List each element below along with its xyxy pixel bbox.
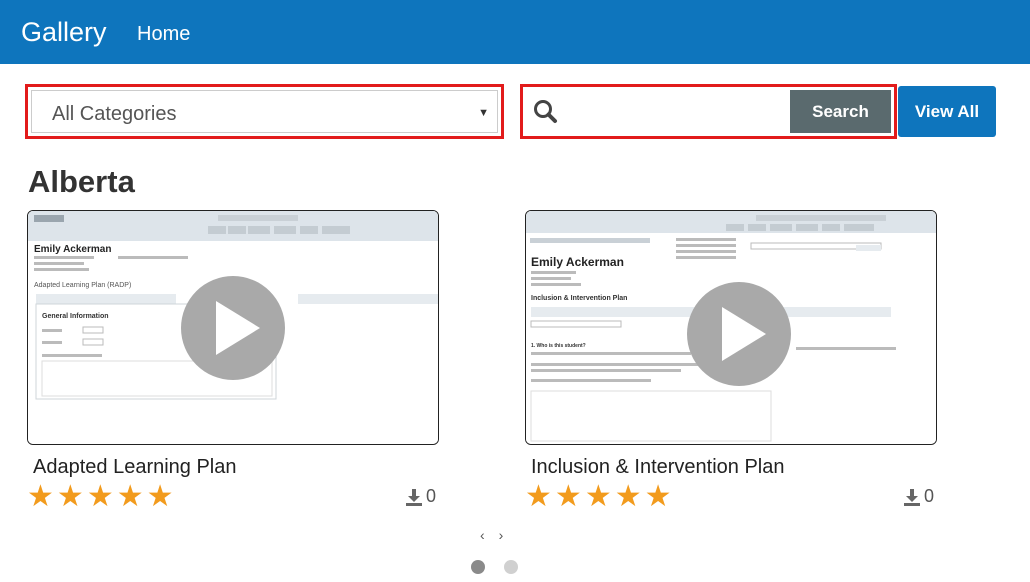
search-icon [526, 90, 566, 133]
section-title: Alberta [28, 164, 135, 199]
top-navbar: Gallery Home [0, 0, 1030, 64]
play-icon[interactable] [687, 282, 791, 386]
thumbnail-screenshot: Emily Ackerman Adapted Learning Plan (RA… [28, 211, 438, 444]
play-icon[interactable] [181, 276, 285, 380]
thumb-student-name: Emily Ackerman [34, 244, 111, 255]
search-button[interactable]: Search [790, 90, 891, 133]
gallery-card: Emily Ackerman Inclusion & Intervention … [525, 210, 939, 512]
star-icon[interactable]: ★ [27, 482, 54, 512]
star-icon[interactable]: ★ [555, 482, 582, 512]
download-icon [904, 488, 920, 506]
star-icon[interactable]: ★ [615, 482, 642, 512]
search-highlight: Search [520, 84, 897, 139]
card-title[interactable]: Adapted Learning Plan [33, 456, 237, 479]
download-icon [406, 488, 422, 506]
thumb-student-name: Emily Ackerman [531, 255, 624, 269]
card-title[interactable]: Inclusion & Intervention Plan [531, 456, 785, 479]
download-count-value: 0 [924, 486, 935, 506]
previous-arrow-icon[interactable]: ‹ [480, 527, 485, 543]
thumb-panel-heading: 1. Who is this student? [531, 343, 586, 349]
star-rating[interactable]: ★ ★ ★ ★ ★ [27, 482, 174, 512]
star-icon[interactable]: ★ [645, 482, 672, 512]
thumb-plan-title: Inclusion & Intervention Plan [531, 295, 627, 302]
search-input[interactable] [567, 90, 792, 133]
category-select-value: All Categories [52, 103, 177, 125]
next-arrow-icon[interactable]: › [499, 527, 504, 543]
carousel-dot-1[interactable] [471, 560, 485, 574]
star-icon[interactable]: ★ [87, 482, 114, 512]
thumb-panel-heading: General Information [42, 313, 109, 320]
video-thumbnail[interactable]: Emily Ackerman Inclusion & Intervention … [525, 210, 937, 445]
star-icon[interactable]: ★ [525, 482, 552, 512]
download-count[interactable]: 0 [405, 486, 436, 507]
caret-down-icon: ▼ [478, 107, 489, 119]
star-rating[interactable]: ★ ★ ★ ★ ★ [525, 482, 672, 512]
star-icon[interactable]: ★ [147, 482, 174, 512]
nav-home-link[interactable]: Home [137, 23, 190, 46]
thumb-plan-title: Adapted Learning Plan (RADP) [34, 282, 131, 289]
category-select-highlight: All Categories ▼ [25, 84, 504, 139]
star-icon[interactable]: ★ [585, 482, 612, 512]
carousel-dots [471, 560, 518, 574]
carousel-dot-2[interactable] [504, 560, 518, 574]
thumbnail-screenshot: Emily Ackerman Inclusion & Intervention … [526, 211, 936, 444]
brand-gallery-link[interactable]: Gallery [21, 17, 107, 48]
download-count-value: 0 [426, 486, 437, 506]
carousel-arrows: ‹ › [480, 527, 503, 543]
view-all-button[interactable]: View All [898, 86, 996, 137]
star-icon[interactable]: ★ [57, 482, 84, 512]
star-icon[interactable]: ★ [117, 482, 144, 512]
download-count[interactable]: 0 [903, 486, 934, 507]
gallery-card: Emily Ackerman Adapted Learning Plan (RA… [27, 210, 441, 512]
video-thumbnail[interactable]: Emily Ackerman Adapted Learning Plan (RA… [27, 210, 439, 445]
category-select[interactable]: All Categories ▼ [31, 90, 498, 133]
